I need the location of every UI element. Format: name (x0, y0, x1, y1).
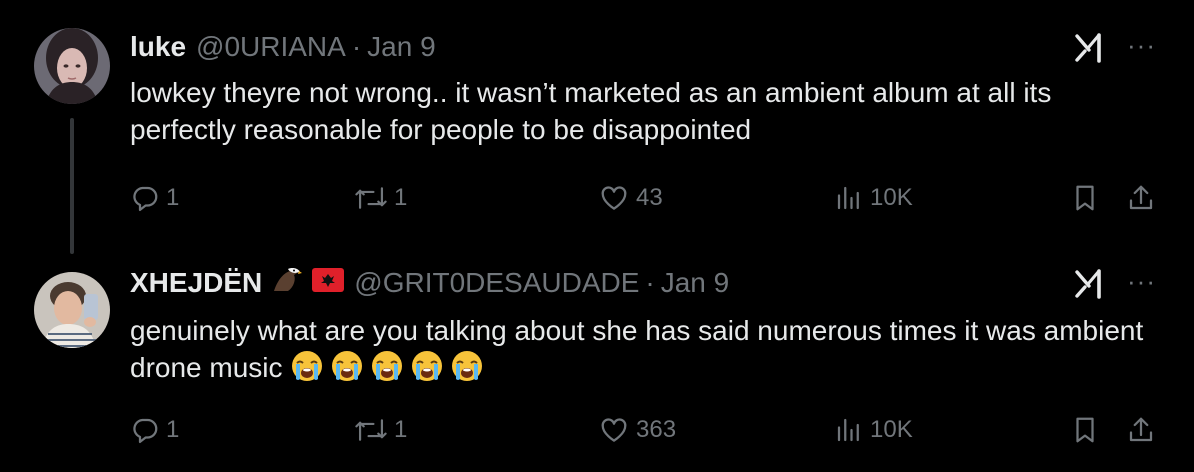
view-count: 10K (870, 416, 913, 443)
loudly-crying-face-emoji (330, 349, 364, 383)
more-options-button[interactable]: ··· (1127, 266, 1156, 297)
repost-icon (355, 419, 387, 441)
heart-icon (601, 418, 627, 442)
post-date[interactable]: Jan 9 (367, 30, 436, 64)
like-count: 363 (636, 416, 677, 443)
repost-button[interactable]: 1 (354, 410, 407, 450)
views-icon (837, 186, 859, 210)
author-name[interactable]: XHEJDËN (130, 266, 262, 300)
author-handle[interactable]: @0URIANA (196, 30, 346, 64)
author-name[interactable]: luke (130, 30, 186, 64)
thread-line (70, 118, 74, 254)
author-handle[interactable]: @GRIT0DESAUDADE (354, 266, 639, 300)
reply-count: 1 (166, 416, 180, 443)
tweet-text: lowkey theyre not wrong.. it wasn’t mark… (130, 77, 1052, 145)
tweet[interactable]: XHEJDËN @GRIT0DESAUDADE · Jan 9 ··· genu… (0, 240, 1194, 472)
views-button[interactable]: 10K (834, 178, 913, 218)
avatar[interactable] (34, 272, 110, 348)
post-date[interactable]: Jan 9 (661, 266, 730, 300)
crying-emoji-row (290, 349, 490, 383)
separator: · (645, 267, 655, 298)
bookmark-icon (1076, 417, 1094, 443)
heart-icon (601, 186, 627, 210)
eagle-emoji (272, 265, 303, 301)
bookmark-button[interactable] (1070, 178, 1100, 218)
repost-button[interactable]: 1 (354, 178, 407, 218)
loudly-crying-face-emoji (410, 349, 444, 383)
repost-count: 1 (394, 416, 408, 443)
loudly-crying-face-emoji (370, 349, 404, 383)
bookmark-icon (1076, 185, 1094, 211)
repost-icon (355, 187, 387, 209)
tweet-text-container: genuinely what are you talking about she… (130, 312, 1160, 386)
reply-count: 1 (166, 184, 180, 211)
like-button[interactable]: 43 (598, 178, 663, 218)
more-options-button[interactable]: ··· (1127, 30, 1156, 61)
reply-icon (133, 418, 158, 443)
albania-flag-emoji (312, 266, 345, 300)
action-bar: 1 1 363 10K (130, 410, 1164, 450)
tweet-header: XHEJDËN @GRIT0DESAUDADE · Jan 9 (130, 265, 729, 301)
tweet-header: luke @0URIANA · Jan 9 (130, 30, 436, 64)
action-bar: 1 1 43 10K (130, 178, 1164, 218)
grok-icon[interactable] (1074, 32, 1104, 64)
bookmark-button[interactable] (1070, 410, 1100, 450)
share-icon (1129, 417, 1153, 442)
grok-icon[interactable] (1074, 268, 1104, 300)
reply-icon (133, 186, 158, 211)
separator: · (351, 31, 362, 62)
reply-button[interactable]: 1 (130, 178, 179, 218)
like-button[interactable]: 363 (598, 410, 676, 450)
share-button[interactable] (1126, 178, 1156, 218)
tweet[interactable]: luke @0URIANA · Jan 9 ··· lowkey theyre … (0, 0, 1194, 254)
like-count: 43 (636, 184, 663, 211)
loudly-crying-face-emoji (290, 349, 324, 383)
avatar[interactable] (34, 28, 110, 104)
views-button[interactable]: 10K (834, 410, 913, 450)
share-icon (1129, 185, 1153, 210)
view-count: 10K (870, 184, 913, 211)
repost-count: 1 (394, 184, 408, 211)
tweet-text: genuinely what are you talking about she… (130, 315, 1144, 383)
views-icon (837, 418, 859, 442)
share-button[interactable] (1126, 410, 1156, 450)
loudly-crying-face-emoji (450, 349, 484, 383)
reply-button[interactable]: 1 (130, 410, 179, 450)
